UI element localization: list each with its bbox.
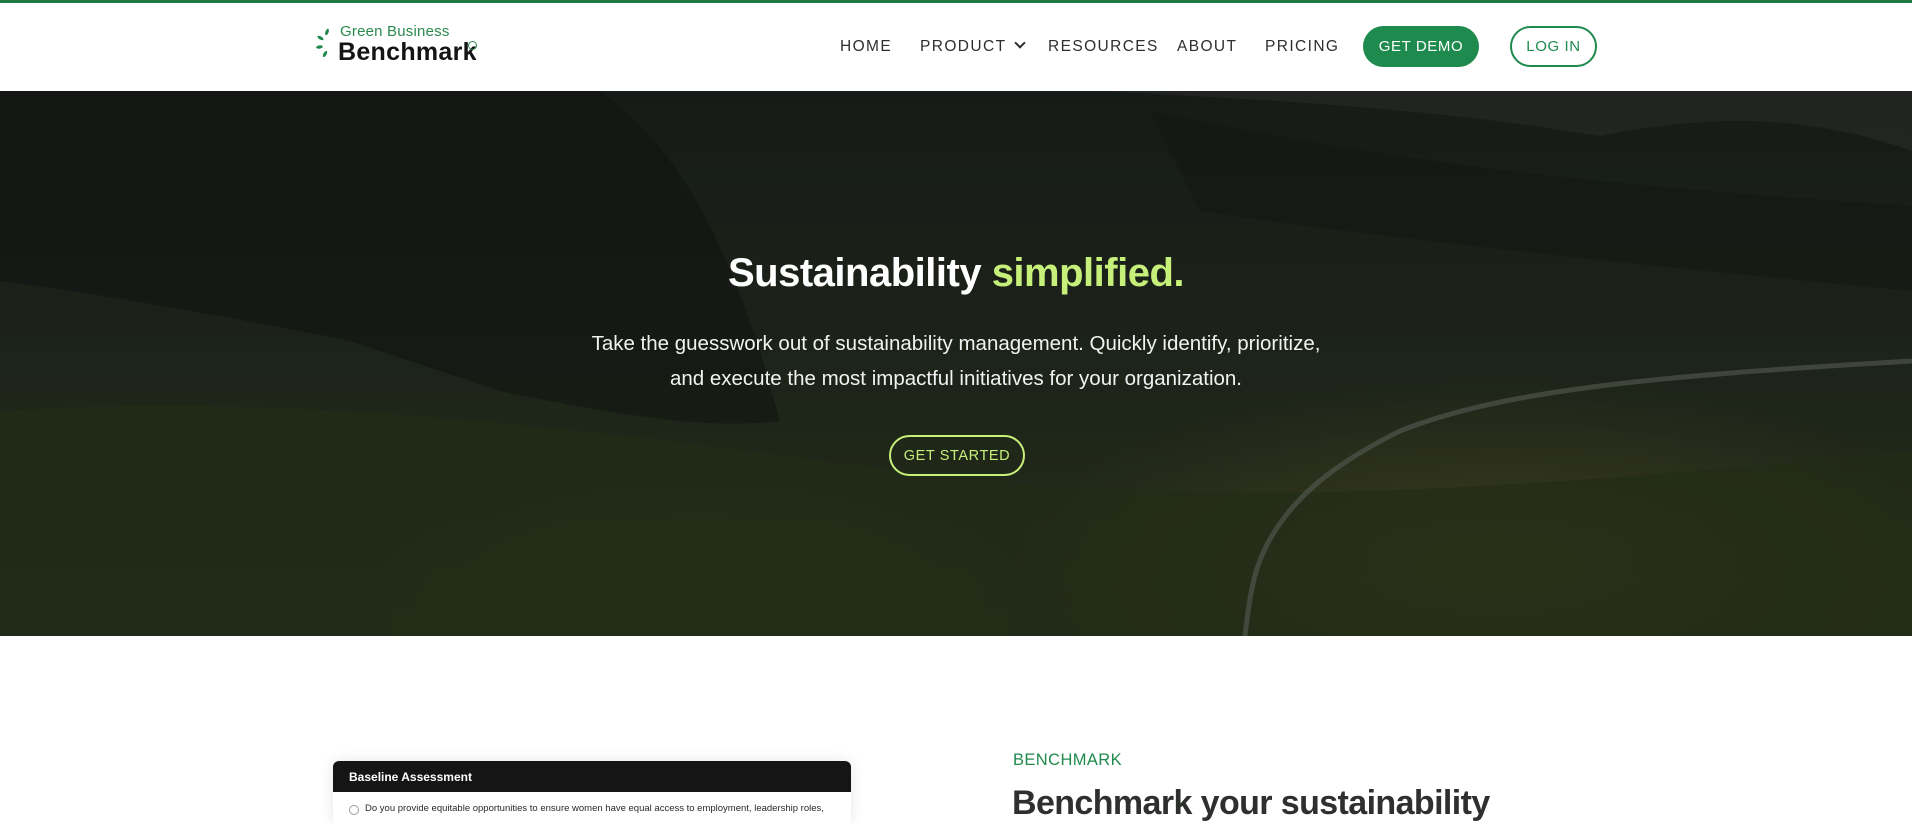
log-in-button[interactable]: LOG IN [1510, 26, 1597, 67]
nav-home[interactable]: HOME [840, 38, 892, 56]
logo-wordmark: Benchmark [338, 38, 477, 66]
nav-product[interactable]: PRODUCT [920, 37, 1027, 56]
nav-about[interactable]: ABOUT [1177, 38, 1237, 56]
section-title: Benchmark your sustainability [1012, 784, 1490, 822]
hero-subtitle-line1: Take the guesswork out of sustainability… [591, 332, 1321, 355]
card-title: Baseline Assessment [333, 761, 851, 792]
assessment-question: Do you provide equitable opportunities t… [333, 792, 851, 816]
nav-resources[interactable]: RESOURCES [1048, 38, 1159, 56]
get-demo-button[interactable]: GET DEMO [1363, 26, 1479, 67]
hero-title: Sustainability simplified. [0, 251, 1912, 296]
hero-title-accent: simplified. [991, 251, 1185, 295]
hero-title-main: Sustainability [728, 251, 982, 295]
leaf-burst-icon [316, 28, 329, 58]
nav-pricing[interactable]: PRICING [1265, 38, 1339, 56]
logo-ring-icon [468, 41, 477, 50]
section-eyebrow: BENCHMARK [1013, 751, 1123, 769]
site-header: Green Business Benchmark HOME PRODUCT RE… [0, 3, 1912, 91]
question-radio-icon[interactable] [349, 805, 359, 815]
assessment-question-text: Do you provide equitable opportunities t… [365, 803, 824, 814]
hero-banner: Sustainability simplified. Take the gues… [0, 91, 1912, 636]
brand-logo[interactable]: Green Business Benchmark [316, 23, 486, 67]
chevron-down-icon [1014, 37, 1027, 49]
get-started-button[interactable]: GET STARTED [889, 435, 1025, 476]
nav-product-label: PRODUCT [920, 38, 1007, 55]
hero-subtitle: Take the guesswork out of sustainability… [556, 326, 1356, 396]
baseline-assessment-card: Baseline Assessment Do you provide equit… [333, 761, 851, 823]
hero-subtitle-line2: and execute the most impactful initiativ… [669, 367, 1243, 390]
